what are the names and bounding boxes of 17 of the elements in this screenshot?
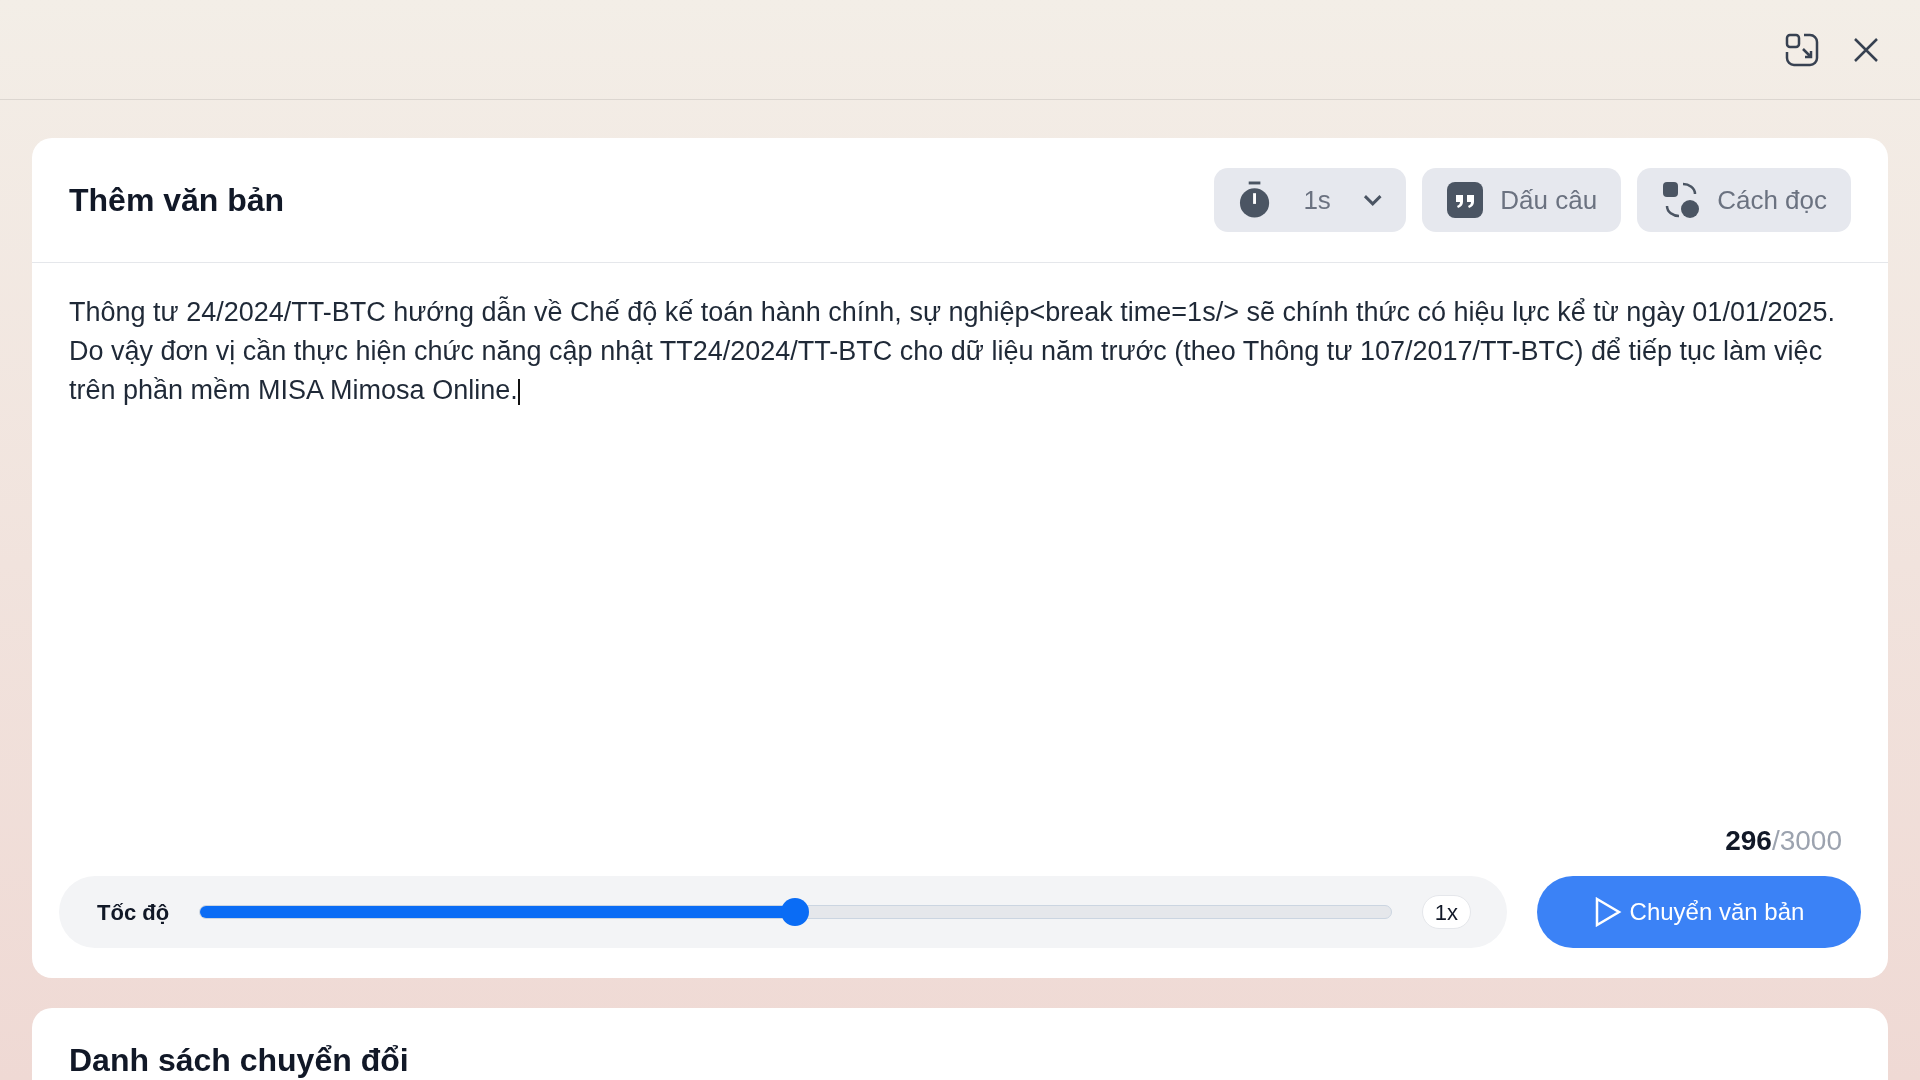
slider-thumb[interactable] [781,898,810,926]
character-counter: 296/3000 [1725,824,1842,858]
translate-icon [1661,180,1702,220]
convert-button[interactable]: Chuyển văn bản [1537,876,1861,948]
chevron-down-icon [1362,194,1383,206]
card-title: Thêm văn bản [69,181,286,220]
text-input-field[interactable]: Thông tư 24/2024/TT-BTC hướng dẫn về Chế độ kế toán hành chính, sự nghiệp<break time=1s/> sẽ chính thức có hiệu lực kể từ ngày 01/01/2025. Do vậy đơn vị cần thực hiện chức năng cập nhật TT24/2024/TT-BTC cho dữ liệu năm trước (theo Thông tư 107/2017/TT-BTC) để tiếp tục làm việc trên phần mềm MISA Mimosa Online. [32,263,1888,820]
play-icon [1593,897,1622,927]
speed-label: Tốc độ [97,898,170,927]
quote-icon [1446,181,1485,219]
toolbar-button[interactable]: Cách đọc [1637,168,1851,232]
stopwatch-icon [1238,181,1272,219]
card-title: Danh sách chuyển đổi [69,1041,410,1080]
close-icon[interactable] [1852,35,1880,64]
speed-reading: 1x [1421,895,1471,929]
pause-dropdown[interactable]: 1s [1214,168,1407,232]
toolbar-button[interactable]: Dấu câu [1422,168,1622,232]
